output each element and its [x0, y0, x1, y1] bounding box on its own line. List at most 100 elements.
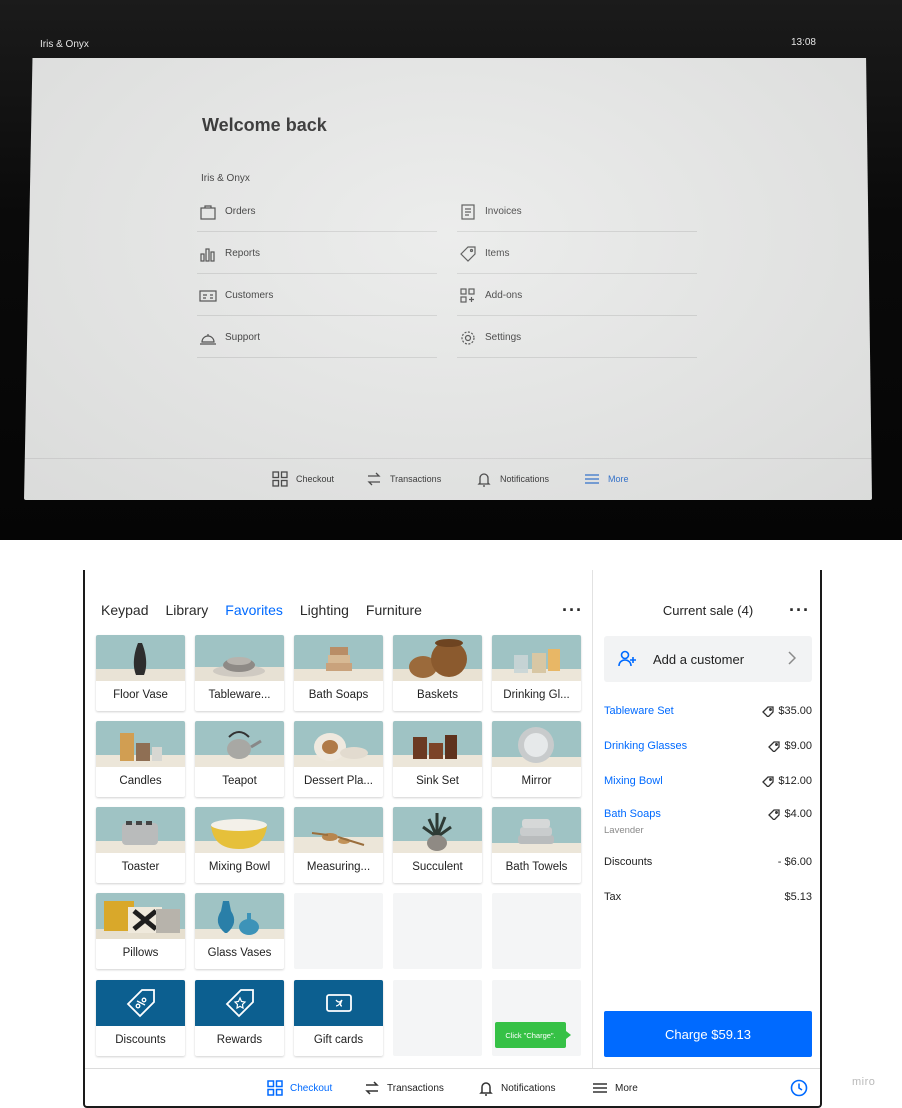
tag-icon	[768, 740, 781, 752]
line-item-name[interactable]: Mixing Bowl	[604, 775, 663, 787]
add-customer-button[interactable]: Add a customer	[604, 636, 812, 682]
sale-more-button[interactable]: ···	[789, 601, 810, 619]
tableware-image	[195, 635, 284, 681]
tile-label: Mirror	[521, 775, 552, 787]
tablet-nav-checkout[interactable]: Checkout	[272, 471, 334, 487]
pos-bottom-nav: Checkout Transactions Notifications More	[85, 1068, 820, 1106]
item-tile-succulent[interactable]: Succulent	[393, 807, 482, 883]
reward-tag-icon	[195, 980, 284, 1026]
tile-gift-cards[interactable]: Gift cards	[294, 980, 383, 1056]
add-person-icon	[617, 649, 637, 669]
bell-icon	[476, 471, 492, 487]
tablet-nav-notifications[interactable]: Notifications	[476, 471, 549, 487]
glass-vases-image	[195, 893, 284, 939]
item-tile-toaster[interactable]: Toaster	[96, 807, 185, 883]
price-value: $4.00	[784, 808, 812, 820]
menu-item-label: Add-ons	[485, 290, 523, 301]
tablet-nav-more[interactable]: More	[584, 471, 629, 487]
charge-button[interactable]: Charge $59.13	[604, 1011, 812, 1057]
menu-item-settings[interactable]: Settings	[457, 318, 697, 358]
nav-label: Transactions	[387, 1082, 444, 1094]
tile-label: Toaster	[121, 861, 160, 873]
tile-label: Gift cards	[313, 1034, 364, 1046]
tile-label: Sink Set	[416, 775, 459, 787]
nav-notifications[interactable]: Notifications	[478, 1080, 555, 1096]
menu-icon	[584, 471, 600, 487]
item-tile-floor-vase[interactable]: Floor Vase	[96, 635, 185, 711]
menu-item-label: Orders	[225, 206, 256, 217]
dessert-plates-image	[294, 721, 383, 767]
empty-tile	[393, 893, 482, 969]
menu-item-reports[interactable]: Reports	[197, 234, 437, 274]
tax-row[interactable]: Tax $5.13	[604, 891, 812, 903]
tab-lighting[interactable]: Lighting	[300, 602, 349, 618]
item-tile-sink-set[interactable]: Sink Set	[393, 721, 482, 797]
succulent-image	[393, 807, 482, 853]
item-tile-measuring[interactable]: Measuring...	[294, 807, 383, 883]
nav-transactions[interactable]: Transactions	[364, 1080, 444, 1096]
tablet-nav-transactions[interactable]: Transactions	[366, 471, 441, 487]
empty-tile	[393, 980, 482, 1056]
grid-plus-icon	[459, 288, 477, 304]
menu-item-support[interactable]: Support	[197, 318, 437, 358]
menu-item-label: Support	[225, 332, 261, 343]
item-library-pane: Keypad Library Favorites Lighting Furnit…	[85, 570, 591, 1068]
item-tile-bath-soaps[interactable]: Bath Soaps	[294, 635, 383, 711]
menu-icon	[593, 1083, 607, 1093]
item-tile-dessert-plates[interactable]: Dessert Pla...	[294, 721, 383, 797]
nav-checkout[interactable]: Checkout	[267, 1080, 332, 1096]
tile-discounts[interactable]: Discounts	[96, 980, 185, 1056]
tile-label: Bath Towels	[505, 861, 568, 873]
tablet-bottom-nav: Checkout Transactions Notifications More	[24, 458, 872, 500]
menu-item-orders[interactable]: Orders	[197, 192, 437, 232]
menu-item-items[interactable]: Items	[457, 234, 697, 274]
item-tile-candles[interactable]: Candles	[96, 721, 185, 797]
item-tile-drinking-glasses[interactable]: Drinking Gl...	[492, 635, 581, 711]
item-tile-bath-towels[interactable]: Bath Towels	[492, 807, 581, 883]
tag-icon	[762, 705, 774, 717]
current-sale-pane: Current sale (4) ··· Add a customer Tabl…	[592, 570, 822, 1068]
menu-item-label: Settings	[485, 332, 522, 343]
tile-label: Succulent	[412, 861, 463, 873]
welcome-title: Welcome back	[202, 115, 327, 135]
item-tile-tableware[interactable]: Tableware...	[195, 635, 284, 711]
line-item-name[interactable]: Tableware Set	[604, 705, 674, 717]
mirror-image	[492, 721, 581, 767]
tile-label: Discounts	[115, 1034, 166, 1046]
menu-item-add-ons[interactable]: Add-ons	[457, 276, 697, 316]
item-tile-teapot[interactable]: Teapot	[195, 721, 284, 797]
item-tile-glass-vases[interactable]: Glass Vases	[195, 893, 284, 969]
tab-keypad[interactable]: Keypad	[101, 602, 148, 618]
nav-more[interactable]: More	[592, 1080, 638, 1096]
teapot-image	[195, 721, 284, 767]
menu-item-invoices[interactable]: Invoices	[457, 192, 697, 232]
tile-label: Drinking Gl...	[503, 689, 570, 701]
tile-label: Tableware...	[208, 689, 271, 701]
tab-furniture[interactable]: Furniture	[366, 602, 422, 618]
toaster-image	[96, 807, 185, 853]
bath-soaps-image	[294, 635, 383, 681]
discounts-row[interactable]: Discounts - $6.00	[604, 856, 812, 868]
tile-rewards[interactable]: Rewards	[195, 980, 284, 1056]
menu-item-customers[interactable]: Customers	[197, 276, 437, 316]
library-more-button[interactable]: ···	[562, 601, 583, 619]
tab-favorites[interactable]: Favorites	[225, 602, 283, 618]
tab-library[interactable]: Library	[165, 602, 208, 618]
tile-label: Dessert Pla...	[303, 775, 374, 787]
item-tile-baskets[interactable]: Baskets	[393, 635, 482, 711]
empty-tile	[492, 893, 581, 969]
item-tile-mirror[interactable]: Mirror	[492, 721, 581, 797]
price-value: $12.00	[778, 775, 812, 787]
line-item-name[interactable]: Bath Soaps	[604, 808, 661, 820]
tag-icon	[762, 775, 774, 787]
item-tile-pillows[interactable]: Pillows	[96, 893, 185, 969]
item-tile-mixing-bowl[interactable]: Mixing Bowl	[195, 807, 284, 883]
line-item-price: $35.00	[762, 705, 812, 717]
tile-label: Measuring...	[306, 861, 371, 873]
bath-towels-image	[492, 807, 581, 853]
clock-icon[interactable]	[790, 1079, 808, 1097]
mixing-bowl-image	[195, 807, 284, 853]
miro-watermark: miro	[852, 1076, 876, 1088]
line-item-name[interactable]: Drinking Glasses	[604, 740, 687, 752]
line-item-price: $12.00	[762, 775, 812, 787]
